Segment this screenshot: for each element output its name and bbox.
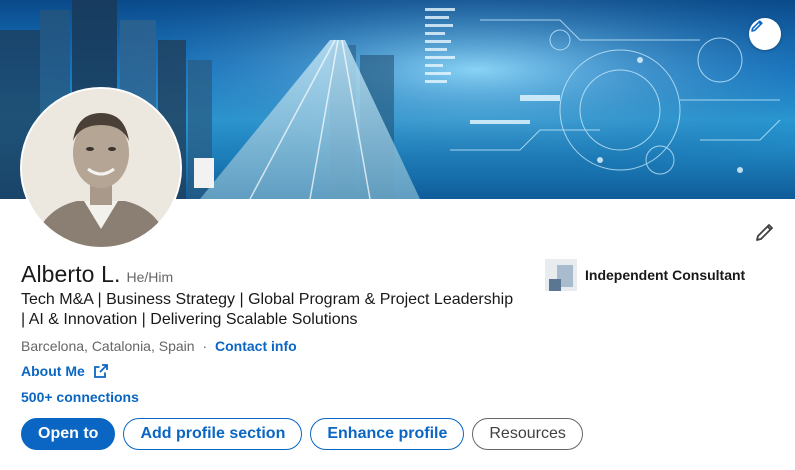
company-logo: [545, 259, 577, 291]
contact-info-link[interactable]: Contact info: [215, 338, 297, 354]
open-to-button[interactable]: Open to: [21, 418, 116, 450]
connections-link[interactable]: 500+ connections: [21, 389, 139, 405]
avatar[interactable]: [20, 87, 182, 249]
current-company[interactable]: Independent Consultant: [545, 259, 745, 291]
pencil-icon: [751, 20, 763, 32]
name-row: Alberto L. He/Him: [21, 261, 173, 288]
separator-dot: ·: [202, 338, 208, 354]
pencil-icon: [756, 224, 773, 241]
company-name: Independent Consultant: [585, 267, 746, 283]
company-logo-icon: [545, 259, 577, 291]
person-photo-image: [22, 89, 180, 247]
headline-line: Tech M&A | Business Strategy | Global Pr…: [21, 291, 514, 308]
about-me-link[interactable]: About Me: [21, 363, 109, 379]
external-link-icon: [93, 364, 108, 378]
edit-banner-button[interactable]: [749, 18, 781, 50]
headline-line: | AI & Innovation | Delivering Scalable …: [21, 311, 358, 328]
about-me-label: About Me: [21, 363, 85, 379]
edit-intro-button[interactable]: [752, 219, 778, 245]
profile-actions: Open to Add profile section Enhance prof…: [21, 418, 583, 450]
location: Barcelona, Catalonia, Spain: [21, 338, 195, 354]
resources-button[interactable]: Resources: [472, 418, 583, 450]
profile-photo: [22, 89, 180, 247]
profile-headline: Tech M&A | Business Strategy | Global Pr…: [21, 290, 541, 330]
add-profile-section-button[interactable]: Add profile section: [123, 418, 303, 450]
location-row: Barcelona, Catalonia, Spain · Contact in…: [21, 338, 297, 354]
profile-name: Alberto L.: [21, 261, 121, 287]
enhance-profile-button[interactable]: Enhance profile: [310, 418, 465, 450]
pronouns: He/Him: [126, 269, 174, 285]
